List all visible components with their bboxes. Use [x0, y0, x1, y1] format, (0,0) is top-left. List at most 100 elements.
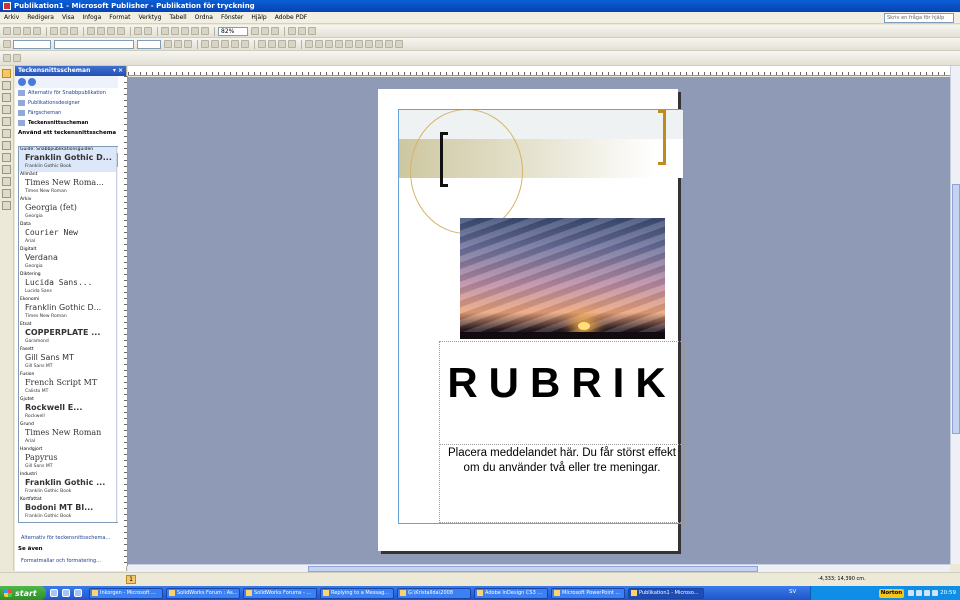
- cut-icon[interactable]: [87, 27, 95, 35]
- align-left-icon[interactable]: [201, 40, 209, 48]
- taskbar-task[interactable]: Microsoft PowerPoint ...: [551, 587, 625, 599]
- forward-icon[interactable]: [28, 78, 36, 86]
- font-scheme-item[interactable]: Diktering Lucida Sans... Lucida Sans: [19, 272, 122, 297]
- decrease-indent-icon[interactable]: [278, 40, 286, 48]
- break-text-link-icon[interactable]: [13, 54, 21, 62]
- link-publication-designs[interactable]: Publikationsdesigner: [15, 98, 126, 108]
- security-icon[interactable]: [924, 590, 931, 596]
- menu-hjalp[interactable]: Hjälp: [251, 14, 266, 21]
- justify-icon[interactable]: [231, 40, 239, 48]
- menu-fonster[interactable]: Fönster: [221, 14, 243, 21]
- font-scheme-item[interactable]: Guide: Snabbpublikationsguiden Franklin G…: [19, 147, 122, 172]
- arrow-tool-icon[interactable]: [2, 141, 11, 150]
- create-text-link-icon[interactable]: [3, 54, 11, 62]
- pdf-email-icon[interactable]: [298, 27, 306, 35]
- quicklaunch-media-icon[interactable]: [74, 589, 82, 597]
- text-box-tool-icon[interactable]: [2, 81, 11, 90]
- design-gallery-tool-icon[interactable]: [2, 201, 11, 210]
- taskbar-task[interactable]: Publikation1 - Microso...: [628, 587, 704, 599]
- link-quick-publication-options[interactable]: Alternativ för Snabbpublikation: [15, 88, 126, 98]
- scrollbar-thumb[interactable]: [952, 184, 960, 434]
- start-button[interactable]: start: [0, 586, 46, 600]
- picture-frame-tool-icon[interactable]: [2, 117, 11, 126]
- special-characters-icon[interactable]: [201, 27, 209, 35]
- print-icon[interactable]: [50, 27, 58, 35]
- page-navigator-button[interactable]: 1: [126, 575, 136, 584]
- zoom-select[interactable]: 82%: [218, 26, 248, 36]
- pdf-icon[interactable]: [288, 27, 296, 35]
- oval-tool-icon[interactable]: [2, 153, 11, 162]
- redo-icon[interactable]: [144, 27, 152, 35]
- norton-icon[interactable]: Norton: [878, 588, 905, 598]
- select-tool-icon[interactable]: [2, 69, 11, 78]
- underline-icon[interactable]: [184, 40, 192, 48]
- zoom-in-icon[interactable]: [261, 27, 269, 35]
- undo-icon[interactable]: [134, 27, 142, 35]
- zoom-out-icon[interactable]: [251, 27, 259, 35]
- menu-ordna[interactable]: Ordna: [195, 14, 213, 21]
- message-text[interactable]: Placera meddelandet här. Du får störst e…: [446, 446, 678, 476]
- font-scheme-item[interactable]: Ekonomi Franklin Gothic D... Times New Rom…: [19, 297, 122, 322]
- increase-indent-icon[interactable]: [288, 40, 296, 48]
- dash-style-icon[interactable]: [365, 40, 373, 48]
- line-style-icon[interactable]: [355, 40, 363, 48]
- font-scheme-item[interactable]: Fasett Gill Sans MT Gill Sans MT: [19, 347, 122, 372]
- send-backward-icon[interactable]: [171, 27, 179, 35]
- fill-color-icon[interactable]: [325, 40, 333, 48]
- volume-icon[interactable]: [916, 590, 923, 596]
- vertical-scrollbar[interactable]: [950, 66, 960, 564]
- taskbar-task[interactable]: Replying to a Messag...: [320, 587, 394, 599]
- align-right-icon[interactable]: [221, 40, 229, 48]
- menu-tabell[interactable]: Tabell: [169, 14, 186, 21]
- wordart-tool-icon[interactable]: [2, 105, 11, 114]
- sunset-photo[interactable]: [460, 218, 665, 339]
- taskbar-task[interactable]: Adobe InDesign CS3 ...: [474, 587, 548, 599]
- bullets-icon[interactable]: [268, 40, 276, 48]
- font-scheme-item[interactable]: Handgjort Papyrus Gill Sans MT: [19, 447, 122, 472]
- bring-forward-icon[interactable]: [161, 27, 169, 35]
- font-scheme-item[interactable]: Industri Franklin Gothic ... Franklin Goth…: [19, 472, 122, 497]
- increase-font-icon[interactable]: [315, 40, 323, 48]
- link-styles-formatting[interactable]: Formatmallar och formatering...: [21, 558, 101, 564]
- copy-icon[interactable]: [97, 27, 105, 35]
- font-scheme-item[interactable]: Etsat COPPERPLATE ... Garamond: [19, 322, 122, 347]
- taskbar-task[interactable]: Inkorgen - Microsoft ...: [89, 587, 163, 599]
- decrease-font-icon[interactable]: [305, 40, 313, 48]
- quicklaunch-desktop-icon[interactable]: [62, 589, 70, 597]
- spelling-icon[interactable]: [70, 27, 78, 35]
- print-preview-icon[interactable]: [60, 27, 68, 35]
- new-icon[interactable]: [3, 27, 11, 35]
- 3d-style-icon[interactable]: [395, 40, 403, 48]
- format-painter-icon[interactable]: [117, 27, 125, 35]
- shadow-style-icon[interactable]: [385, 40, 393, 48]
- font-scheme-item[interactable]: Gjutet Rockwell E... Rockwell: [19, 397, 122, 422]
- taskbar-task[interactable]: SolidWorks Forums - ...: [243, 587, 317, 599]
- columns-icon[interactable]: [191, 27, 199, 35]
- font-scheme-item[interactable]: Allmänt Times New Roma... Times New Roman: [19, 172, 122, 197]
- save-icon[interactable]: [23, 27, 31, 35]
- menu-redigera[interactable]: Redigera: [27, 14, 54, 21]
- update-icon[interactable]: [932, 590, 939, 596]
- publication-page[interactable]: RUBRIK Placera meddelandet här. Du får s…: [378, 89, 685, 551]
- horizontal-ruler[interactable]: [128, 66, 950, 76]
- font-color-icon[interactable]: [345, 40, 353, 48]
- menu-arkiv[interactable]: Arkiv: [4, 14, 19, 21]
- paste-icon[interactable]: [107, 27, 115, 35]
- font-select[interactable]: [54, 39, 134, 49]
- open-icon[interactable]: [13, 27, 21, 35]
- line-color-icon[interactable]: [335, 40, 343, 48]
- pdf-review-icon[interactable]: [308, 27, 316, 35]
- menu-adobe-pdf[interactable]: Adobe PDF: [275, 14, 308, 21]
- hot-spot-tool-icon[interactable]: [2, 189, 11, 198]
- table-tool-icon[interactable]: [2, 93, 11, 102]
- font-scheme-item[interactable]: Data Courier New Arial: [19, 222, 122, 247]
- email-icon[interactable]: [33, 27, 41, 35]
- close-icon[interactable]: ▾ ×: [113, 66, 123, 76]
- style-icon[interactable]: [3, 40, 11, 48]
- numbering-icon[interactable]: [258, 40, 266, 48]
- autoshapes-tool-icon[interactable]: [2, 177, 11, 186]
- help-icon[interactable]: [271, 27, 279, 35]
- font-scheme-list[interactable]: Guide: Snabbpublikationsguiden Franklin G…: [18, 146, 123, 523]
- menu-verktyg[interactable]: Verktyg: [138, 14, 161, 21]
- link-font-schemes[interactable]: Teckensnittsscheman: [15, 118, 126, 128]
